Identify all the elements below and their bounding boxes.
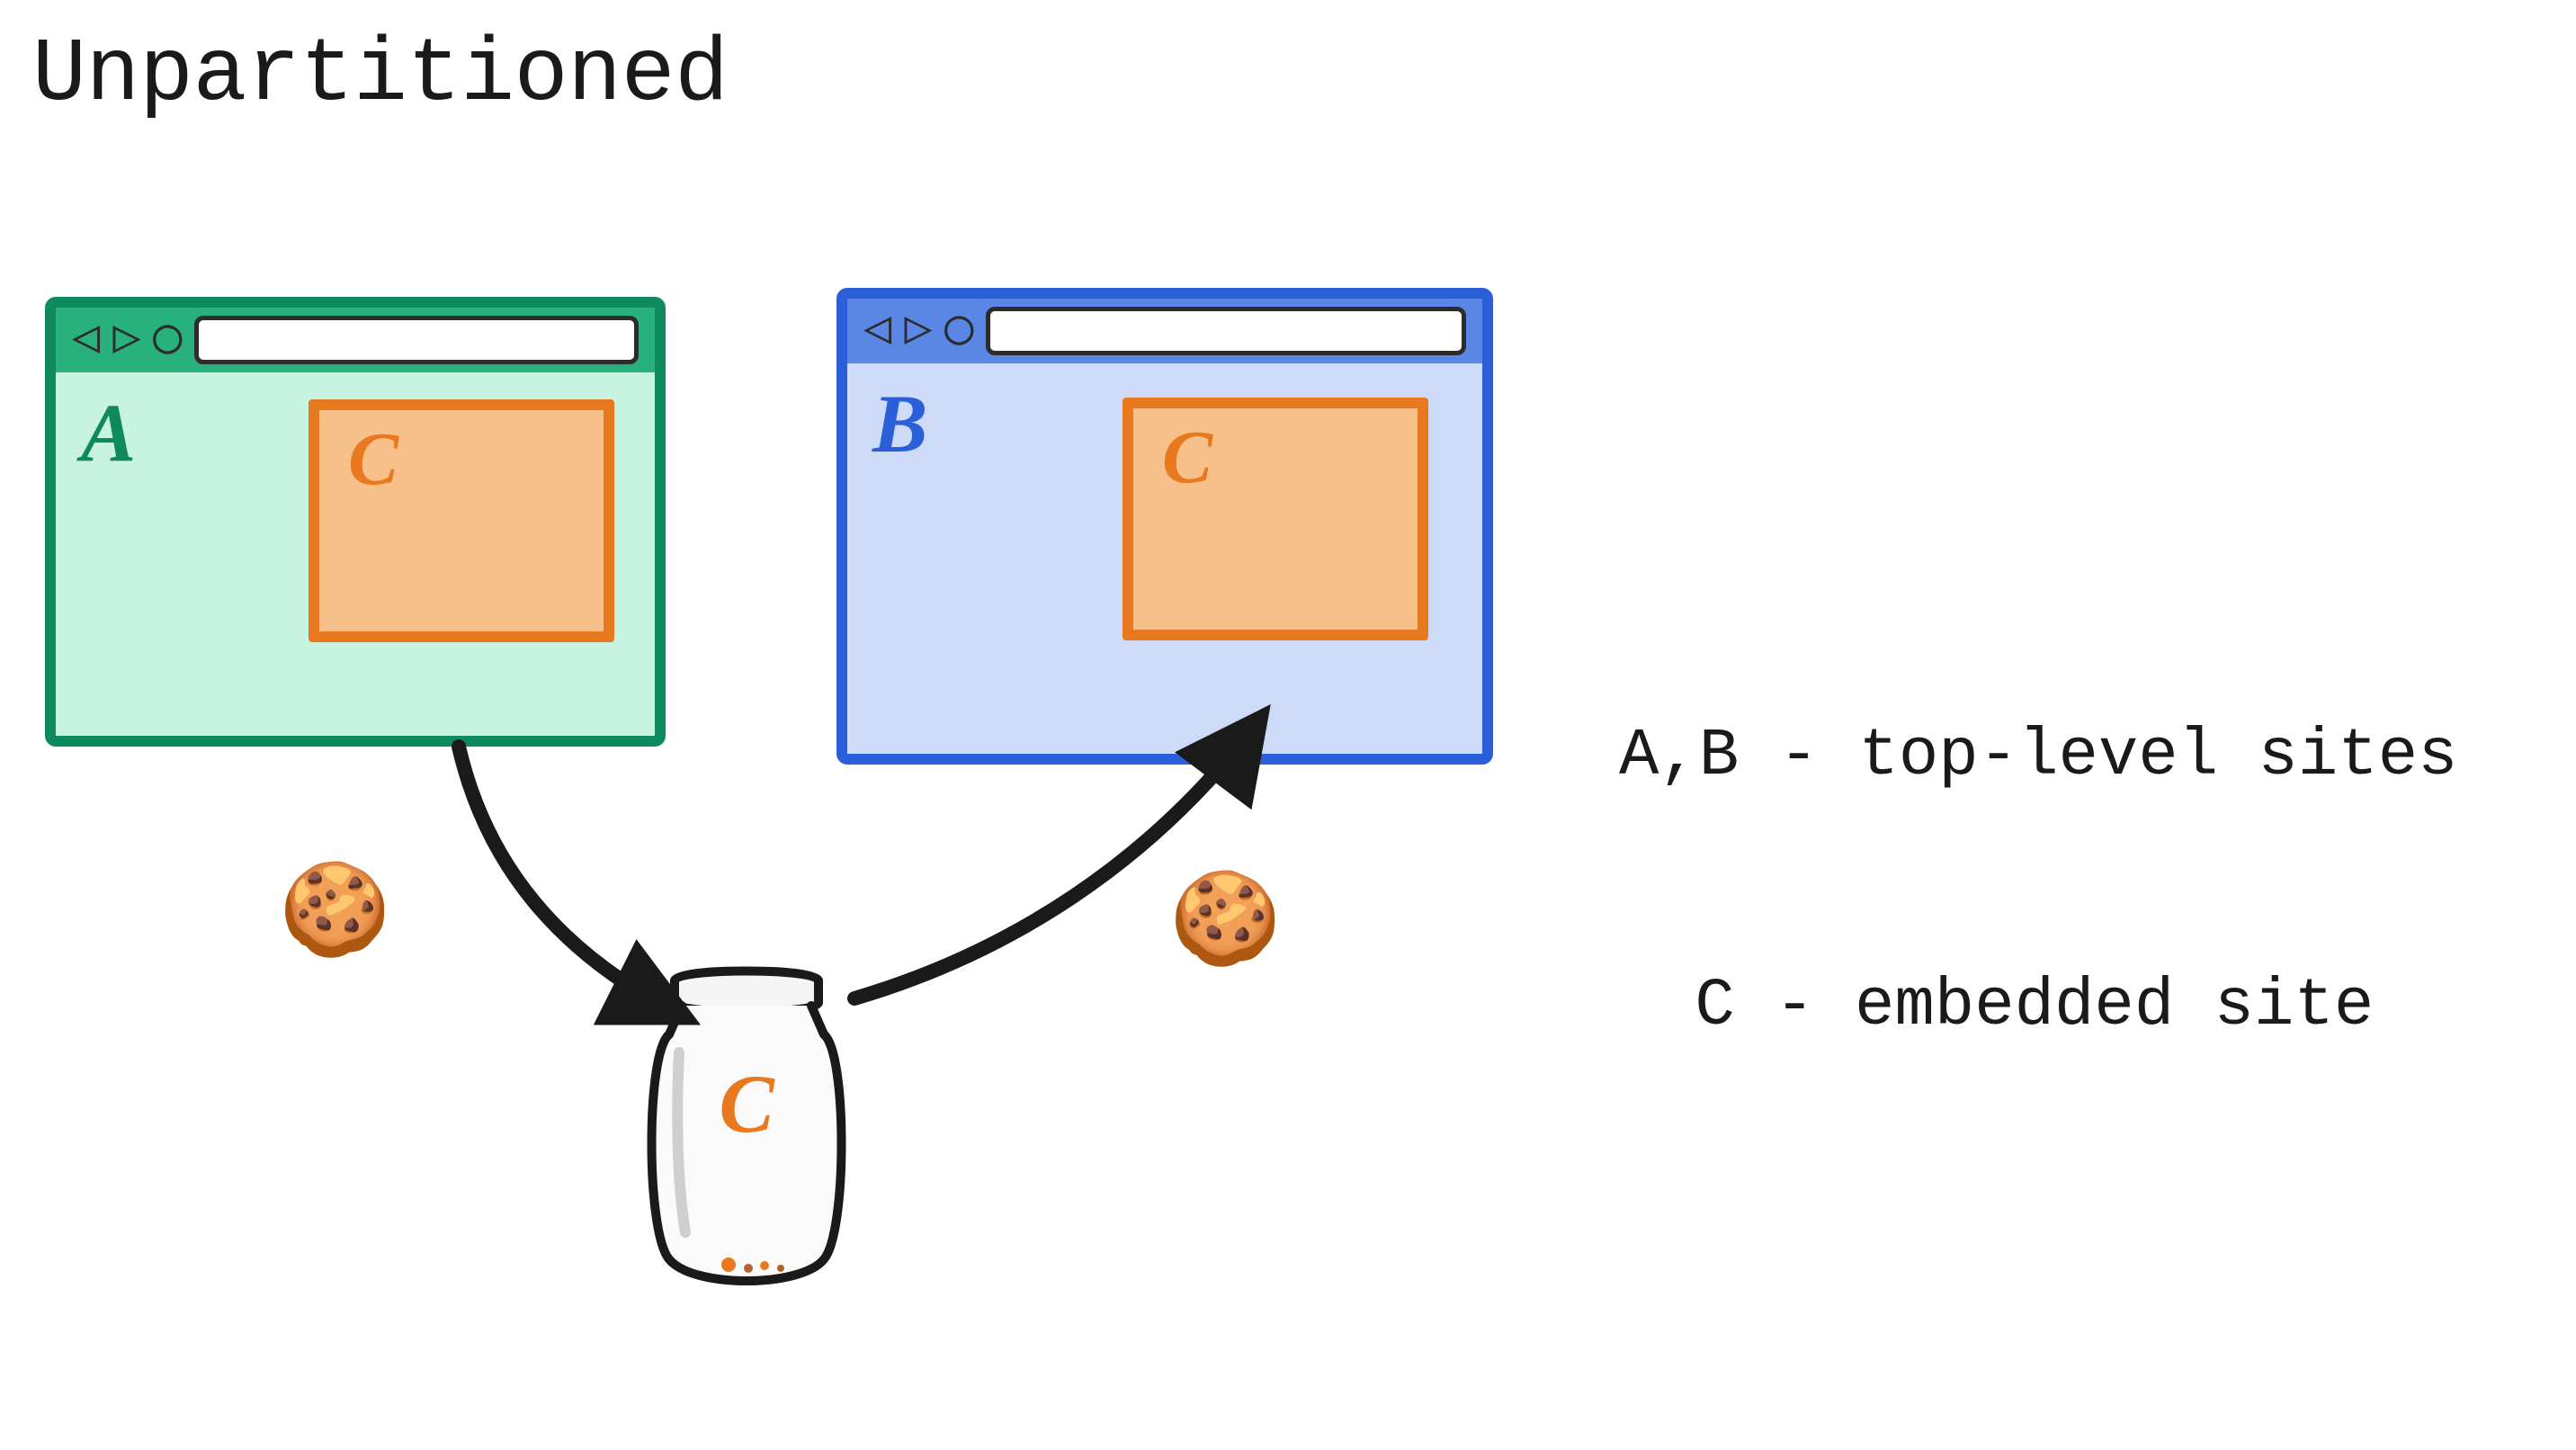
browser-window-b: ◁ ▷ ◯ B C	[836, 288, 1493, 765]
url-bar	[986, 307, 1466, 355]
forward-icon: ▷	[904, 308, 932, 354]
browser-b-viewport: B C	[847, 363, 1482, 754]
cookie-jar-label: C	[719, 1056, 774, 1151]
url-bar	[194, 316, 639, 364]
embedded-c-label: C	[1162, 414, 1212, 501]
back-icon: ◁	[72, 317, 100, 363]
reload-icon: ◯	[945, 308, 973, 354]
cookie-jar: C	[630, 953, 863, 1295]
back-icon: ◁	[863, 308, 891, 354]
legend-line-embedded: C - embedded site	[1619, 965, 2458, 1049]
cookie-icon: 🍪	[279, 873, 391, 962]
browser-a-toolbar: ◁ ▷ ◯	[56, 308, 655, 372]
cookie-icon: 🍪	[1169, 882, 1282, 971]
legend-line-top-level: A,B - top-level sites	[1619, 715, 2458, 799]
embedded-c-label: C	[348, 416, 398, 503]
embedded-frame-c-in-a: C	[309, 399, 614, 642]
embedded-frame-c-in-b: C	[1123, 398, 1428, 640]
site-a-label: A	[81, 385, 136, 480]
reload-icon: ◯	[154, 317, 182, 363]
browser-window-a: ◁ ▷ ◯ A C	[45, 297, 666, 747]
browser-a-viewport: A C	[56, 372, 655, 736]
diagram-title: Unpartitioned	[32, 25, 729, 127]
browser-b-toolbar: ◁ ▷ ◯	[847, 299, 1482, 363]
legend: A,B - top-level sites C - embedded site	[1619, 549, 2458, 1214]
forward-icon: ▷	[112, 317, 140, 363]
site-b-label: B	[872, 376, 927, 471]
